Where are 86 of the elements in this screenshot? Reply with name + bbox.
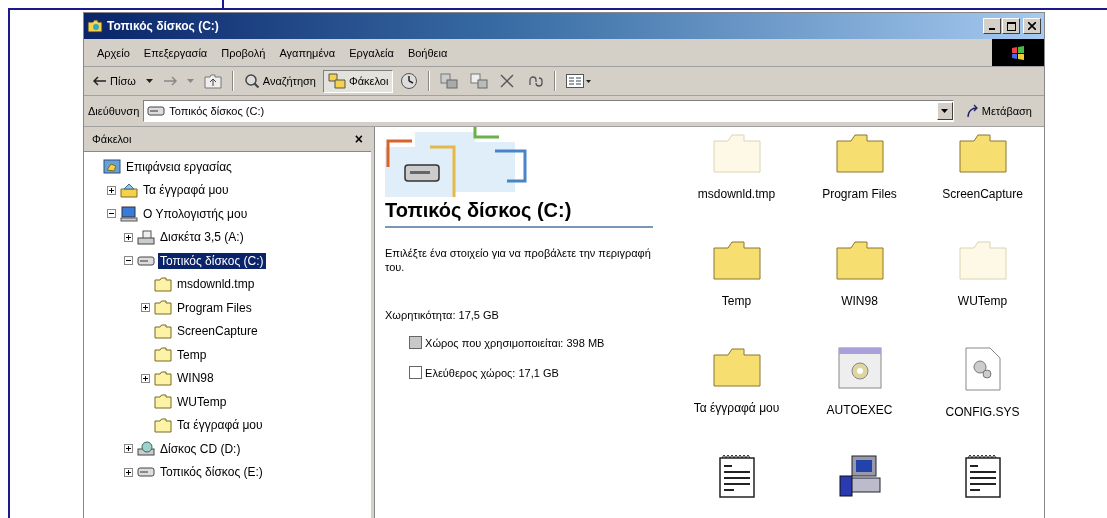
file-item[interactable]: msdownld.tmp	[675, 133, 798, 240]
folders-button[interactable]: Φάκελοι	[322, 69, 394, 93]
menu-item[interactable]: Προβολή	[214, 46, 273, 59]
folders-icon	[327, 73, 346, 89]
maximize-button[interactable]	[1002, 18, 1020, 34]
file-item[interactable]: ScreenCapture	[921, 133, 1044, 240]
folder-up-icon	[203, 73, 222, 89]
collapse-icon[interactable]	[106, 209, 116, 219]
tree-item[interactable]: Τα έγγραφά μου	[175, 417, 265, 434]
tree-item[interactable]: Temp	[175, 346, 209, 363]
drive-icon	[137, 254, 155, 267]
file-item[interactable]: Program Files	[798, 133, 921, 240]
gear-document-icon	[964, 347, 1001, 391]
forward-arrow-icon	[162, 76, 177, 86]
tree-item[interactable]: Δισκέτα 3,5 (A:)	[158, 229, 246, 246]
expand-icon[interactable]	[140, 373, 150, 383]
legend-item: Χώρος που χρησιμοποιείται: 398 MB	[385, 334, 659, 352]
menu-item[interactable]: Αγαπημένα	[272, 46, 343, 59]
back-button[interactable]: Πίσω	[88, 69, 141, 93]
expand-icon[interactable]	[140, 303, 150, 313]
floppy-drive-icon	[137, 229, 155, 245]
tree-item[interactable]: WIN98	[175, 370, 216, 387]
file-item[interactable]: AUTOEXEC	[798, 347, 921, 454]
text-document-icon	[964, 454, 1001, 498]
cd-drive-icon	[137, 441, 155, 457]
expand-icon[interactable]	[106, 185, 116, 195]
file-item[interactable]: CONFIG.SYS	[921, 347, 1044, 454]
go-button[interactable]: Μετάβαση	[957, 99, 1040, 123]
pane-title: Φάκελοι	[92, 133, 132, 145]
expand-icon[interactable]	[123, 467, 133, 477]
file-name: Τα έγγραφά μου	[693, 401, 780, 415]
tree-item[interactable]: Δίσκος CD (D:)	[158, 440, 243, 457]
close-button[interactable]	[1023, 18, 1041, 34]
capacity-text: Χωρητικότητα: 17,5 GB	[385, 308, 500, 321]
file-name: Temp	[721, 294, 752, 308]
gear-window-icon	[837, 347, 882, 389]
file-name: ScreenCapture	[942, 187, 1023, 201]
file-name: WUTemp	[957, 294, 1008, 308]
computer-setup-icon	[837, 454, 882, 498]
text-document-icon	[718, 454, 755, 498]
file-item[interactable]: Τα έγγραφά μου	[675, 347, 798, 454]
expand-icon[interactable]	[123, 232, 133, 242]
undo-icon	[526, 75, 545, 87]
file-name: WIN98	[841, 294, 878, 308]
windows-logo-icon	[992, 39, 1044, 66]
close-icon	[500, 74, 515, 88]
drive-icon	[137, 466, 155, 479]
menu-item[interactable]: Επεξεργασία	[136, 46, 215, 59]
address-field[interactable]: Τοπικός δίσκος (C:)	[143, 100, 954, 122]
tree-item[interactable]: Program Files	[175, 299, 254, 316]
collapse-icon[interactable]	[123, 256, 133, 266]
expand-icon[interactable]	[123, 444, 133, 454]
tree-item[interactable]: Ο Υπολογιστής μου	[141, 205, 250, 222]
file-item[interactable]: WUTemp	[921, 240, 1044, 347]
drive-icon	[147, 105, 166, 117]
tree-item[interactable]: Τα έγγραφά μου	[141, 182, 231, 199]
tree-item[interactable]: Τοπικός δίσκος (E:)	[158, 464, 265, 481]
window-title: Τοπικός δίσκος (C:)	[107, 19, 219, 33]
file-name: msdownld.tmp	[697, 187, 776, 201]
drive-heading: Τοπικός δίσκος (C:)	[385, 197, 653, 228]
close-icon	[1028, 22, 1036, 30]
search-icon	[243, 73, 260, 89]
file-name: Program Files	[822, 187, 897, 201]
hint-text: Επιλέξτε ένα στοιχείο για να προβάλετε την περιγραφή του.	[385, 246, 652, 275]
file-name: AUTOEXEC	[826, 403, 893, 417]
go-arrow-icon	[965, 104, 980, 118]
close-pane-button[interactable]: ×	[354, 131, 363, 147]
legend-item: Ελεύθερος χώρος: 17,1 GB	[385, 365, 659, 382]
menu-item[interactable]: Βοήθεια	[400, 46, 455, 59]
file-item[interactable]: WIN98	[798, 240, 921, 347]
tree-item[interactable]: ScreenCapture	[175, 323, 260, 340]
file-item[interactable]: Temp	[675, 240, 798, 347]
address-label: Διεύθυνση	[88, 105, 140, 117]
search-button[interactable]: Αναζήτηση	[238, 69, 321, 93]
back-arrow-icon	[93, 76, 107, 86]
tree-item[interactable]: Τοπικός δίσκος (C:)	[158, 252, 266, 269]
file-name: CONFIG.SYS	[945, 405, 1020, 419]
computer-icon	[120, 205, 138, 222]
maximize-icon	[1006, 21, 1016, 31]
tree-item[interactable]: WUTemp	[175, 393, 229, 410]
menu-item[interactable]: Αρχείο	[90, 46, 137, 59]
menu-item[interactable]: Εργαλεία	[342, 46, 401, 59]
tree-item[interactable]: Επιφάνεια εργασίας	[124, 158, 234, 175]
minimize-button[interactable]	[983, 18, 1001, 34]
desktop-icon	[103, 158, 121, 175]
tree-item[interactable]: msdownld.tmp	[175, 276, 257, 293]
